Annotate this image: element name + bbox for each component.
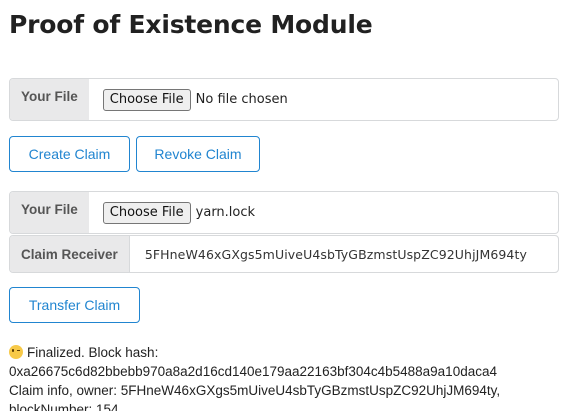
transfer-claim-button[interactable]: Transfer Claim — [9, 287, 140, 323]
status-line-block-hash: 0xa26675c6d82bbebb970a8a2d16cd140e179aa2… — [9, 364, 497, 379]
wink-emoji-icon — [9, 345, 23, 359]
claim-receiver-field: Claim Receiver 5FHneW46xGXgs5mUiveU4sbTy… — [9, 235, 559, 273]
your-file-label: Your File — [10, 192, 89, 233]
choose-file-button[interactable]: Choose File — [102, 201, 191, 224]
status-message: Finalized. Block hash: 0xa26675c6d82bbeb… — [9, 343, 500, 411]
create-claim-button[interactable]: Create Claim — [9, 136, 130, 172]
create-file-field: Your File Choose File No file chosen — [9, 78, 559, 121]
choose-file-button[interactable]: Choose File — [102, 88, 191, 111]
claim-receiver-label: Claim Receiver — [10, 236, 129, 272]
page-title: Proof of Existence Module — [9, 10, 373, 39]
your-file-label: Your File — [10, 79, 89, 120]
status-line-finalized: Finalized. Block hash: — [27, 345, 159, 360]
claim-receiver-input[interactable]: 5FHneW46xGXgs5mUiveU4sbTyGBzmstUspZC92Uh… — [128, 236, 558, 272]
file-status: No file chosen — [195, 92, 288, 107]
status-line-claim-owner: Claim info, owner: 5FHneW46xGXgs5mUiveU4… — [9, 383, 501, 398]
file-status: yarn.lock — [195, 205, 256, 220]
status-line-block-number: blockNumber: 154 — [9, 402, 119, 411]
transfer-file-field: Your File Choose File yarn.lock — [9, 191, 559, 234]
revoke-claim-button[interactable]: Revoke Claim — [136, 136, 260, 172]
